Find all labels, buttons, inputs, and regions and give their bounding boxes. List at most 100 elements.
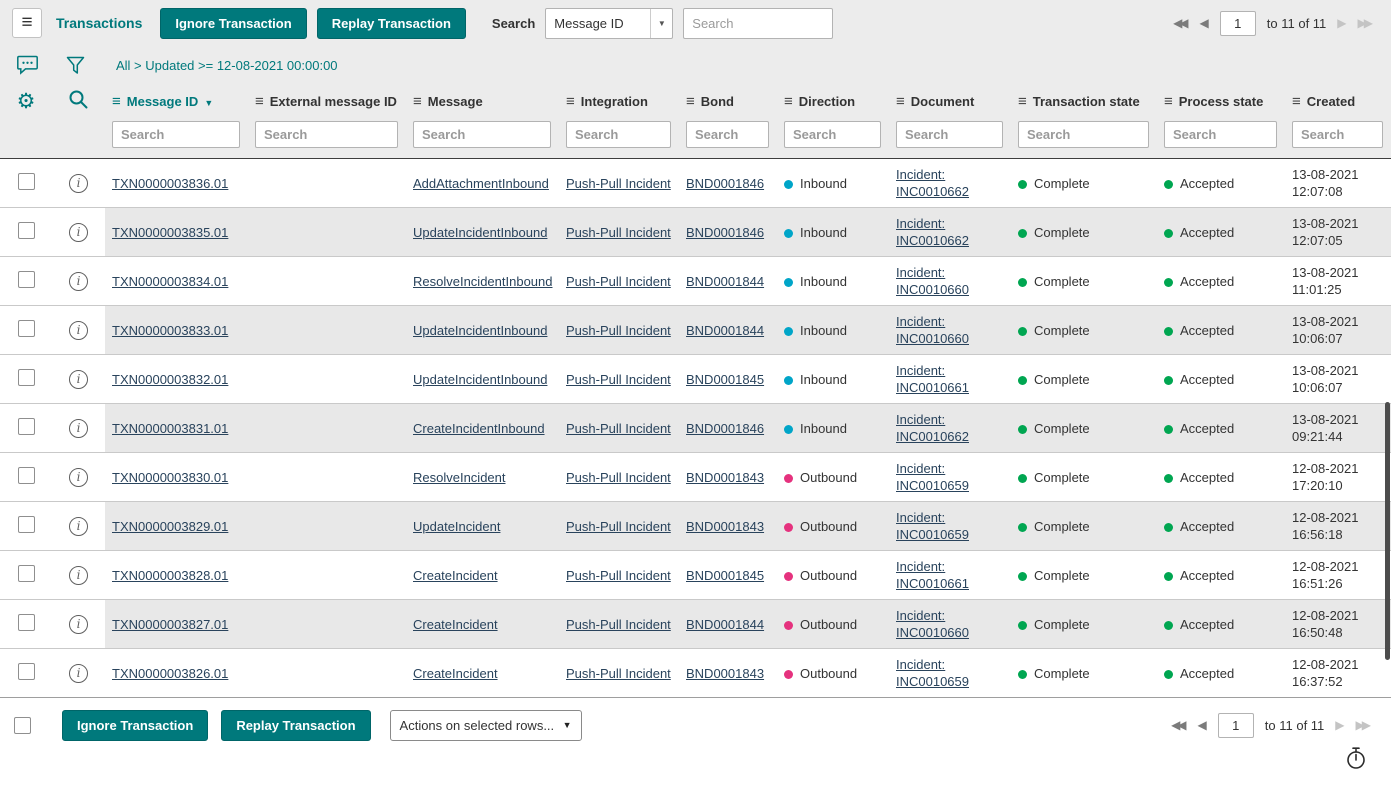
row-checkbox[interactable] (18, 173, 35, 190)
row-checkbox[interactable] (18, 320, 35, 337)
integration-link[interactable]: Push-Pull Incident (566, 519, 671, 534)
filter-input-message[interactable] (413, 121, 551, 148)
message-link[interactable]: UpdateIncidentInbound (413, 323, 547, 338)
message-link[interactable]: CreateIncidentInbound (413, 421, 545, 436)
info-icon[interactable]: i (69, 664, 88, 683)
last-page-icon[interactable]: ▶▶ (1358, 16, 1373, 30)
message-id-link[interactable]: TXN0000003831.01 (112, 421, 228, 436)
row-checkbox[interactable] (18, 516, 35, 533)
document-link[interactable]: Incident: INC0010661 (896, 362, 1009, 396)
vertical-scrollbar-thumb[interactable] (1385, 402, 1390, 660)
actions-dropdown[interactable]: Actions on selected rows... ▼ (390, 710, 582, 741)
filter-funnel-icon[interactable] (66, 55, 85, 76)
row-checkbox[interactable] (18, 663, 35, 680)
info-icon[interactable]: i (69, 272, 88, 291)
message-id-link[interactable]: TXN0000003835.01 (112, 225, 228, 240)
integration-link[interactable]: Push-Pull Incident (566, 666, 671, 681)
hamburger-menu-icon[interactable]: ≡ (12, 8, 42, 38)
message-link[interactable]: ResolveIncidentInbound (413, 274, 553, 289)
bond-link[interactable]: BND0001844 (686, 323, 764, 338)
breadcrumb[interactable]: All > Updated >= 12-08-2021 00:00:00 (116, 58, 338, 73)
message-link[interactable]: UpdateIncident (413, 519, 500, 534)
filter-input-transaction_state[interactable] (1018, 121, 1149, 148)
info-icon[interactable]: i (69, 419, 88, 438)
info-icon[interactable]: i (69, 223, 88, 242)
message-id-link[interactable]: TXN0000003833.01 (112, 323, 228, 338)
filter-input-integration[interactable] (566, 121, 671, 148)
message-id-link[interactable]: TXN0000003828.01 (112, 568, 228, 583)
document-link[interactable]: Incident: INC0010662 (896, 411, 1009, 445)
previous-page-icon[interactable]: ◀ (1198, 718, 1207, 732)
message-link[interactable]: ResolveIncident (413, 470, 506, 485)
message-id-link[interactable]: TXN0000003829.01 (112, 519, 228, 534)
ignore-transaction-button[interactable]: Ignore Transaction (160, 8, 306, 39)
info-icon[interactable]: i (69, 468, 88, 487)
document-link[interactable]: Incident: INC0010660 (896, 264, 1009, 298)
row-checkbox[interactable] (18, 369, 35, 386)
refresh-timer-icon[interactable] (1343, 744, 1369, 774)
filter-input-process_state[interactable] (1164, 121, 1277, 148)
previous-page-icon[interactable]: ◀ (1200, 16, 1209, 30)
bond-link[interactable]: BND0001843 (686, 666, 764, 681)
column-header-integration[interactable]: ≡Integration (559, 84, 679, 118)
info-icon[interactable]: i (69, 615, 88, 634)
search-icon[interactable] (67, 88, 90, 111)
document-link[interactable]: Incident: INC0010659 (896, 656, 1009, 690)
page-number-input[interactable] (1220, 11, 1256, 36)
column-header-transaction_state[interactable]: ≡Transaction state (1011, 84, 1157, 118)
bond-link[interactable]: BND0001843 (686, 470, 764, 485)
bond-link[interactable]: BND0001846 (686, 225, 764, 240)
column-header-message_id[interactable]: ≡Message ID▼ (105, 84, 248, 118)
bond-link[interactable]: BND0001846 (686, 176, 764, 191)
footer-ignore-transaction-button[interactable]: Ignore Transaction (62, 710, 208, 741)
message-link[interactable]: CreateIncident (413, 617, 498, 632)
column-header-direction[interactable]: ≡Direction (777, 84, 889, 118)
document-link[interactable]: Incident: INC0010659 (896, 509, 1009, 543)
info-icon[interactable]: i (69, 370, 88, 389)
row-checkbox[interactable] (18, 271, 35, 288)
document-link[interactable]: Incident: INC0010661 (896, 558, 1009, 592)
next-page-icon[interactable]: ▶ (1337, 16, 1346, 30)
integration-link[interactable]: Push-Pull Incident (566, 176, 671, 191)
info-icon[interactable]: i (69, 517, 88, 536)
row-checkbox[interactable] (18, 222, 35, 239)
select-all-checkbox[interactable] (14, 717, 31, 734)
filter-input-document[interactable] (896, 121, 1003, 148)
page-number-input[interactable] (1218, 713, 1254, 738)
info-icon[interactable]: i (69, 566, 88, 585)
message-id-link[interactable]: TXN0000003832.01 (112, 372, 228, 387)
document-link[interactable]: Incident: INC0010662 (896, 215, 1009, 249)
integration-link[interactable]: Push-Pull Incident (566, 421, 671, 436)
row-checkbox[interactable] (18, 565, 35, 582)
filter-input-external_message_id[interactable] (255, 121, 398, 148)
integration-link[interactable]: Push-Pull Incident (566, 274, 671, 289)
bond-link[interactable]: BND0001844 (686, 617, 764, 632)
filter-input-bond[interactable] (686, 121, 769, 148)
integration-link[interactable]: Push-Pull Incident (566, 225, 671, 240)
document-link[interactable]: Incident: INC0010660 (896, 313, 1009, 347)
message-id-link[interactable]: TXN0000003827.01 (112, 617, 228, 632)
search-field-select[interactable]: Message ID ▼ (545, 8, 673, 39)
first-page-icon[interactable]: ◀◀ (1173, 16, 1188, 30)
info-icon[interactable]: i (69, 321, 88, 340)
row-checkbox[interactable] (18, 467, 35, 484)
comments-icon[interactable] (16, 55, 39, 75)
row-checkbox[interactable] (18, 418, 35, 435)
message-link[interactable]: UpdateIncidentInbound (413, 372, 547, 387)
filter-input-created[interactable] (1292, 121, 1383, 148)
integration-link[interactable]: Push-Pull Incident (566, 568, 671, 583)
row-checkbox[interactable] (18, 614, 35, 631)
next-page-icon[interactable]: ▶ (1335, 718, 1344, 732)
bond-link[interactable]: BND0001843 (686, 519, 764, 534)
global-search-input[interactable] (683, 8, 833, 39)
document-link[interactable]: Incident: INC0010660 (896, 607, 1009, 641)
last-page-icon[interactable]: ▶▶ (1356, 718, 1371, 732)
bond-link[interactable]: BND0001845 (686, 372, 764, 387)
replay-transaction-button[interactable]: Replay Transaction (317, 8, 466, 39)
message-id-link[interactable]: TXN0000003830.01 (112, 470, 228, 485)
message-id-link[interactable]: TXN0000003836.01 (112, 176, 228, 191)
bond-link[interactable]: BND0001846 (686, 421, 764, 436)
column-header-bond[interactable]: ≡Bond (679, 84, 777, 118)
bond-link[interactable]: BND0001844 (686, 274, 764, 289)
message-link[interactable]: UpdateIncidentInbound (413, 225, 547, 240)
